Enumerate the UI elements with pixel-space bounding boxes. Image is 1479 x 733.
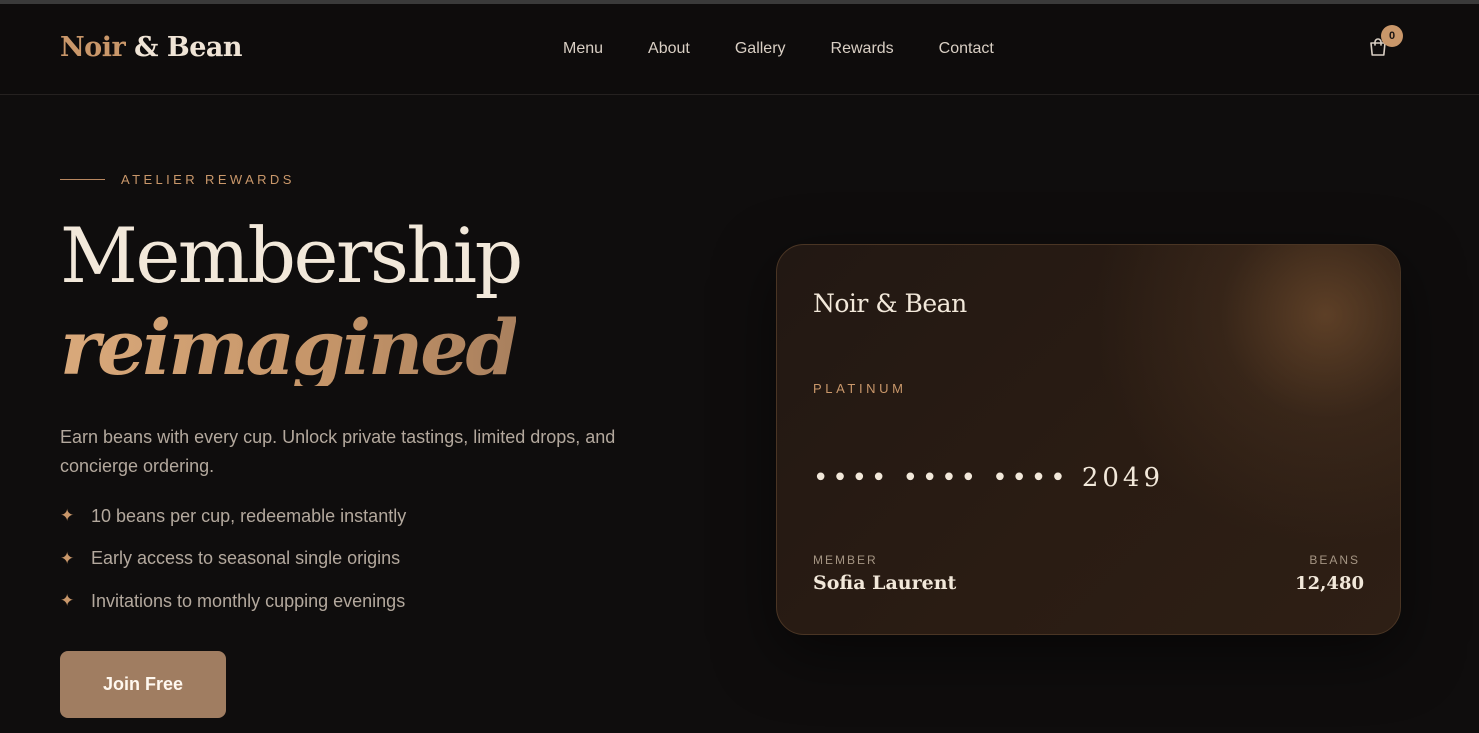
perk-item: ✦ 10 beans per cup, redeemable instantly <box>60 502 406 530</box>
card-brand: Noir & Bean <box>813 289 967 318</box>
perk-text: Invitations to monthly cupping evenings <box>91 590 406 611</box>
member-name: Sofia Laurent <box>813 572 957 594</box>
brand-word-2: Bean <box>166 32 243 63</box>
eyebrow-divider <box>60 179 105 180</box>
brand-word-1: Noir <box>60 32 126 63</box>
brand-logo[interactable]: Noir & Bean <box>60 32 243 63</box>
member-label: MEMBER <box>813 553 878 567</box>
card-number: •••• •••• •••• 2049 <box>813 463 1164 493</box>
nav-gallery[interactable]: Gallery <box>735 40 786 58</box>
beans-label: BEANS <box>1309 553 1360 567</box>
perk-item: ✦ Invitations to monthly cupping evening… <box>60 587 406 615</box>
hero-title-line-1: Membership <box>60 211 523 300</box>
sparkle-icon: ✦ <box>60 591 75 610</box>
beans-value: 12,480 <box>1295 573 1364 594</box>
nav-menu[interactable]: Menu <box>563 40 603 58</box>
perks-list: ✦ 10 beans per cup, redeemable instantly… <box>60 502 406 630</box>
site-header: Noir & Bean Menu About Gallery Rewards C… <box>0 4 1479 95</box>
cart-count-badge: 0 <box>1381 25 1403 47</box>
card-tier: PLATINUM <box>813 381 907 396</box>
hero-title-line-2: reimagined <box>60 303 519 392</box>
perk-text: Early access to seasonal single origins <box>91 548 401 568</box>
sparkle-icon: ✦ <box>60 548 75 568</box>
membership-card: Noir & Bean PLATINUM •••• •••• •••• 2049… <box>776 244 1401 635</box>
nav-contact[interactable]: Contact <box>939 40 994 58</box>
main-nav: Menu About Gallery Rewards Contact <box>563 40 994 58</box>
perk-text: 10 beans per cup, redeemable instantly <box>91 505 407 526</box>
hero-description: Earn beans with every cup. Unlock privat… <box>60 427 616 476</box>
nav-rewards[interactable]: Rewards <box>831 40 894 58</box>
brand-ampersand: & <box>134 32 158 63</box>
perk-item: ✦ Early access to seasonal single origin… <box>60 545 406 573</box>
join-free-button[interactable]: Join Free <box>60 651 226 718</box>
nav-about[interactable]: About <box>648 40 690 58</box>
sparkle-icon: ✦ <box>60 506 75 525</box>
eyebrow-label: ATELIER REWARDS <box>121 172 295 187</box>
